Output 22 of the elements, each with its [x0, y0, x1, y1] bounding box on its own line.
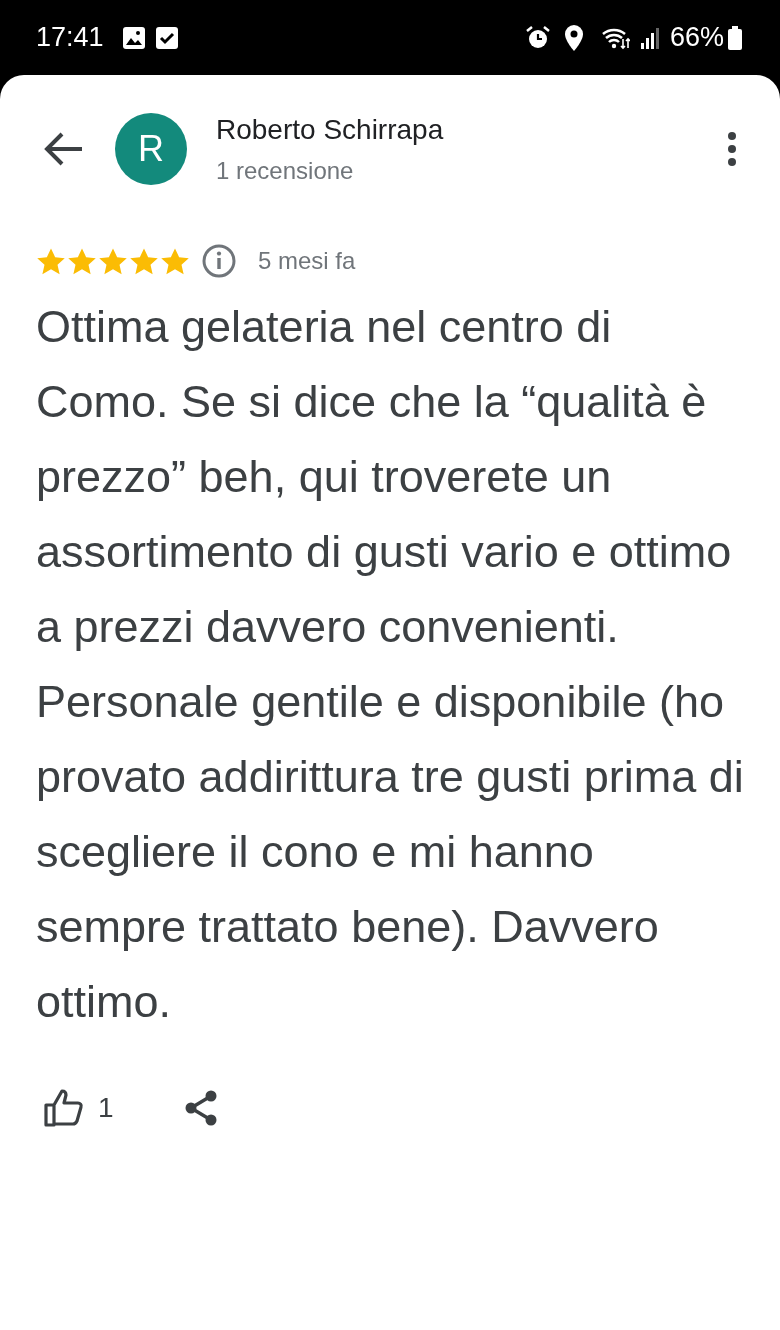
- more-options-button[interactable]: [726, 131, 738, 167]
- share-button[interactable]: [183, 1090, 218, 1126]
- reviewer-name[interactable]: Roberto Schirrapa: [216, 113, 726, 147]
- review-text: Ottima gelateria nel centro di Como. Se si dice che la “qualità è prezzo” beh, qui troverete un assortimento di gusti vario e ottimo a prezzi davvero convenienti. Personale gentile e disponibile (ho provato addirittura tre gusti prima di scegliere il cono e mi hanno sempre trattato bene). Davvero ottimo.: [36, 300, 745, 1029]
- star-icon: [36, 246, 66, 276]
- star-icon: [129, 246, 159, 276]
- review-date: 5 mesi fa: [258, 247, 356, 275]
- review-count: 1 recensione: [216, 157, 355, 185]
- alarm-icon: [525, 25, 550, 50]
- avatar: R: [115, 113, 187, 185]
- signal-icon: [639, 26, 660, 49]
- location-icon: [563, 24, 584, 51]
- star-icon: [67, 246, 97, 276]
- info-icon[interactable]: [202, 244, 236, 278]
- like-button[interactable]: 1: [44, 1089, 114, 1127]
- star-icon: [98, 246, 128, 276]
- checkbox-icon: [155, 26, 178, 49]
- battery-icon: [728, 25, 742, 50]
- image-icon: [121, 25, 146, 50]
- battery-percentage: 66%: [669, 22, 724, 53]
- star-icon: [160, 246, 190, 276]
- clock-time: 17:41: [36, 22, 104, 53]
